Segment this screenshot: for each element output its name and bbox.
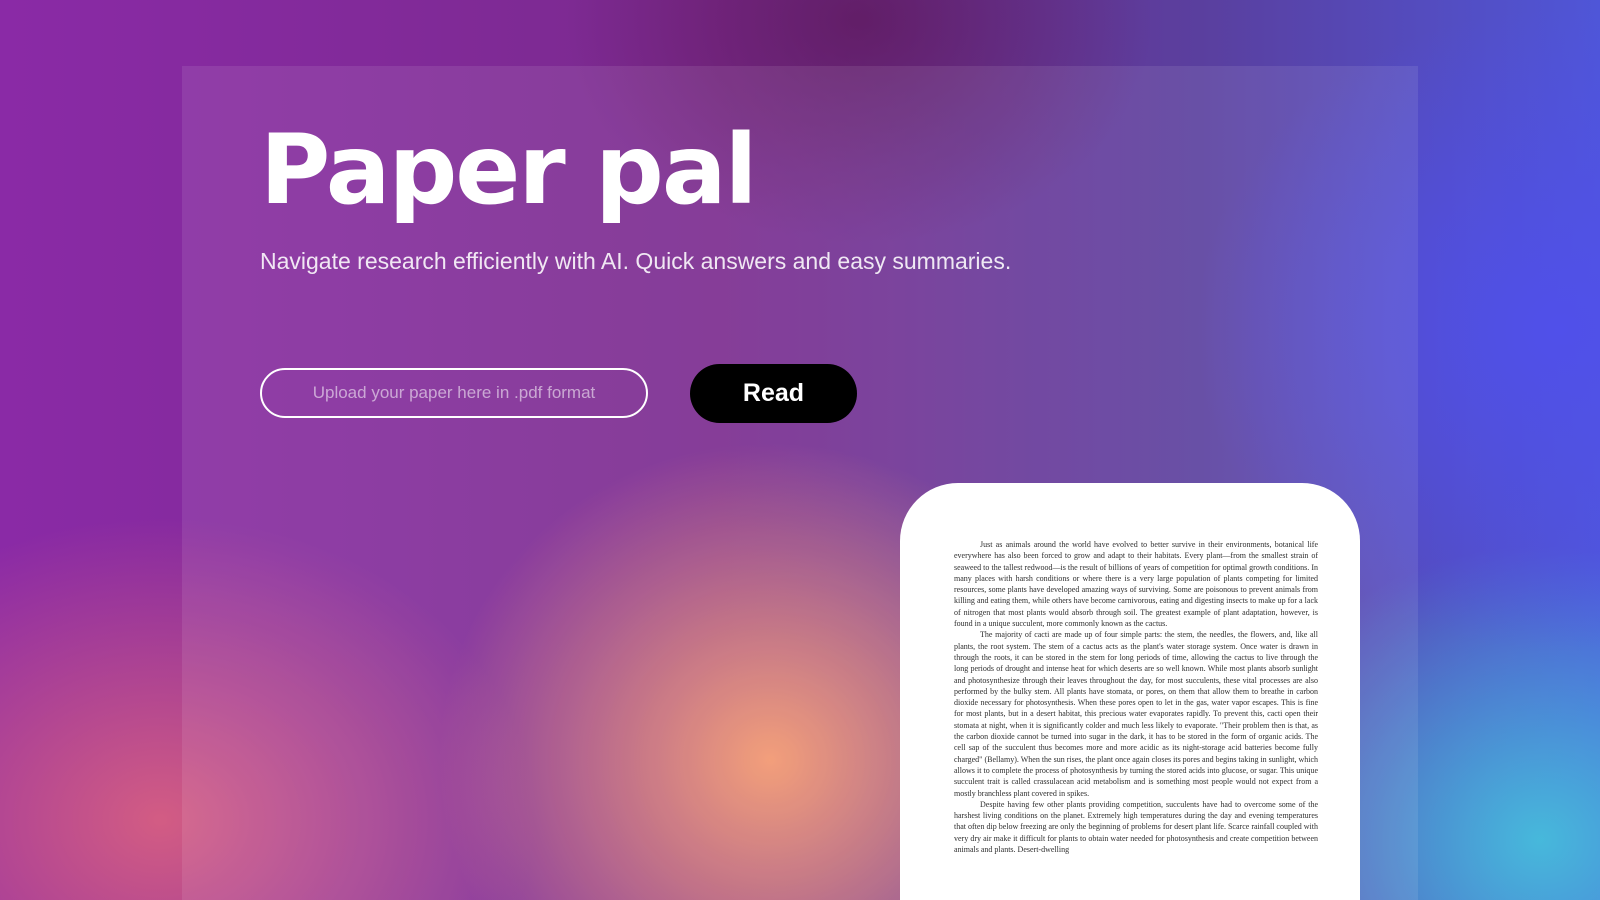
app-subtitle: Navigate research efficiently with AI. Q… [260,248,1012,274]
upload-paper-input[interactable] [260,368,648,418]
paper-preview: Just as animals around the world have ev… [900,483,1360,900]
app-title: Paper pal [260,114,758,226]
paper-paragraph: The majority of cacti are made up of fou… [954,630,1318,798]
paper-paragraph: Just as animals around the world have ev… [954,540,1318,629]
read-button[interactable]: Read [690,364,857,423]
paper-paragraph: Despite having few other plants providin… [954,799,1318,855]
